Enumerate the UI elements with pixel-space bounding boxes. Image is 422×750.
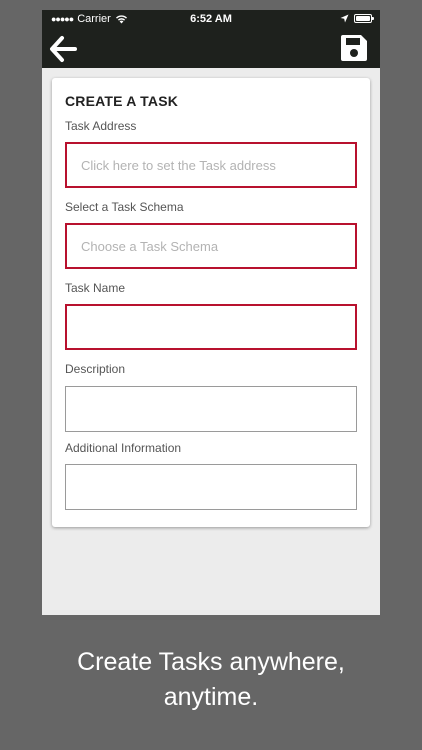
task-address-input[interactable] — [65, 142, 357, 188]
back-button[interactable] — [48, 34, 80, 64]
phone-screen: ●●●●● Carrier 6:52 AM CREATE A TASK Task… — [42, 10, 380, 615]
task-schema-label: Select a Task Schema — [65, 200, 184, 214]
promo-caption: Create Tasks anywhere, anytime. — [0, 645, 422, 715]
description-label: Description — [65, 362, 126, 376]
location-arrow-icon — [340, 14, 349, 23]
form-title: CREATE A TASK — [65, 93, 179, 109]
nav-bar — [42, 30, 380, 68]
task-schema-select[interactable] — [65, 223, 357, 269]
save-button[interactable] — [340, 34, 370, 64]
task-name-input[interactable] — [65, 304, 357, 350]
create-task-card: CREATE A TASK Task Address Select a Task… — [52, 78, 370, 527]
floppy-disk-icon — [341, 35, 367, 61]
caption-line-2: anytime. — [163, 683, 259, 711]
additional-info-input[interactable] — [65, 464, 357, 510]
caption-line-1: Create Tasks anywhere, — [77, 648, 345, 676]
task-name-label: Task Name — [65, 281, 126, 295]
status-bar: ●●●●● Carrier 6:52 AM — [42, 10, 380, 30]
status-right — [340, 14, 374, 23]
status-time: 6:52 AM — [190, 13, 232, 25]
additional-info-label: Additional Information — [65, 441, 182, 455]
task-address-label: Task Address — [65, 119, 137, 133]
arrow-left-icon — [50, 36, 77, 62]
description-input[interactable] — [65, 386, 357, 432]
battery-icon — [354, 14, 374, 23]
